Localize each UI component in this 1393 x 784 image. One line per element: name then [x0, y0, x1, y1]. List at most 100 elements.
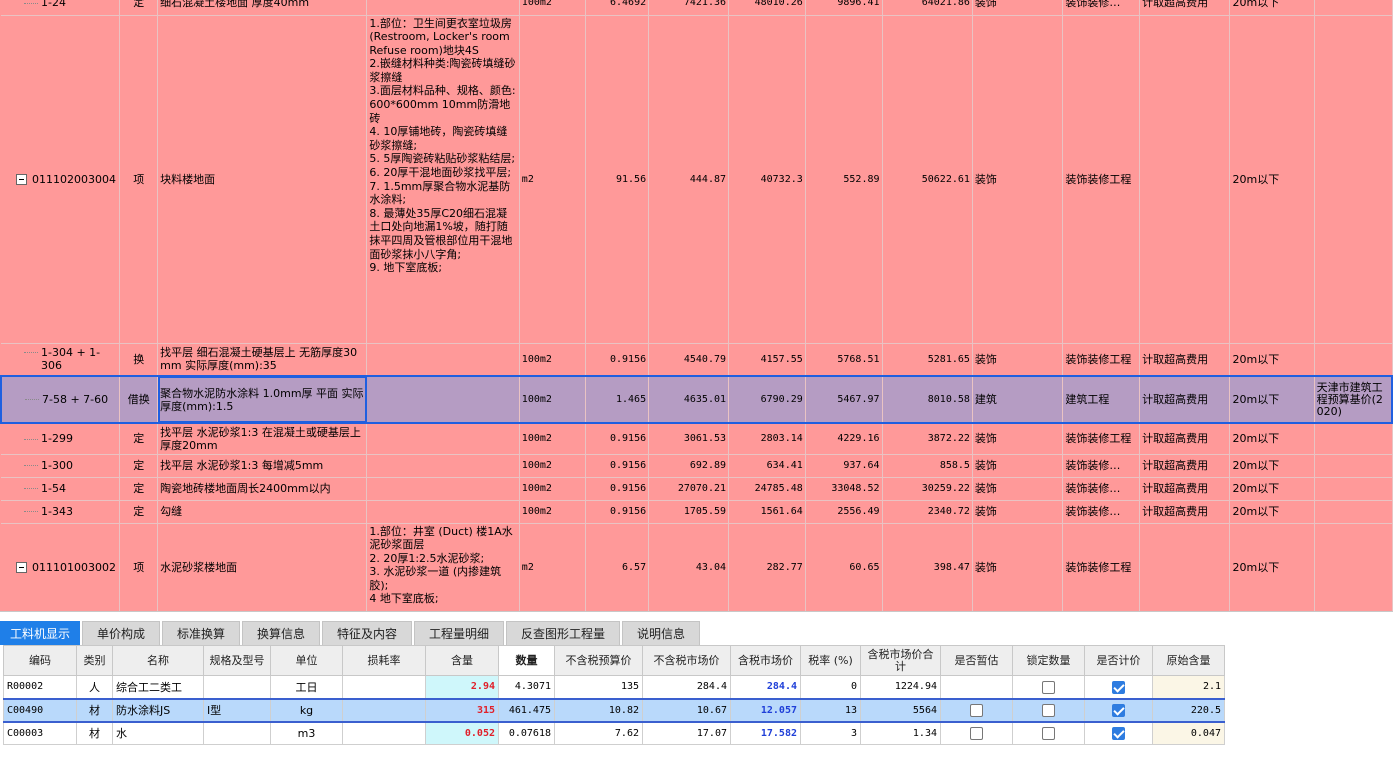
res-quantity[interactable]: 0.07618	[498, 721, 555, 745]
res-content[interactable]: 0.052	[425, 721, 499, 745]
col-original-content[interactable]: 原始含量	[1152, 645, 1225, 676]
tab-graphic-quantity-lookup[interactable]: 反查图形工程量	[506, 621, 620, 645]
row-major: 装饰	[972, 454, 1064, 478]
row-fee: 计取超高费用	[1139, 500, 1231, 524]
res-market-price[interactable]: 10.67	[642, 697, 731, 723]
row-std	[1314, 15, 1393, 344]
col-tax-market-total[interactable]: 含税市场价合计	[860, 645, 941, 676]
row-p3: 937.64	[805, 454, 883, 478]
row-p3: 5768.51	[805, 343, 883, 377]
res-tax-rate[interactable]: 3	[800, 721, 861, 745]
table-row-selected[interactable]: 7-58 + 7-60 借换 聚合物水泥防水涂料 1.0mm厚 平面 实际厚度(…	[0, 375, 1393, 424]
col-is-estimate[interactable]: 是否暂估	[940, 645, 1013, 676]
col-content[interactable]: 含量	[425, 645, 499, 676]
row-p3: 552.89	[805, 15, 883, 344]
col-name[interactable]: 名称	[112, 645, 204, 676]
lock-quantity-checkbox[interactable]	[1042, 680, 1055, 694]
table-row[interactable]: 011101003002 项 水泥砂浆楼地面 1.部位：井室 (Duct) 楼1…	[1, 523, 1393, 611]
res-tax-total: 1.34	[860, 721, 941, 745]
col-quantity[interactable]: 数量	[498, 645, 555, 676]
res-original-content: 0.047	[1152, 721, 1225, 745]
row-height: 20m以下	[1229, 500, 1315, 524]
is-estimate-checkbox[interactable]	[970, 727, 983, 740]
row-p2: 48010.26	[728, 0, 806, 16]
res-unit: 工日	[270, 675, 343, 699]
res-code: C00490	[3, 697, 77, 723]
row-major: 装饰	[972, 423, 1064, 455]
row-p4: 858.5	[882, 454, 973, 478]
col-budget-price[interactable]: 不含税预算价	[554, 645, 643, 676]
tab-conversion-info[interactable]: 换算信息	[242, 621, 320, 645]
col-loss[interactable]: 损耗率	[342, 645, 426, 676]
res-quantity[interactable]: 461.475	[498, 697, 555, 723]
lock-quantity-checkbox[interactable]	[1042, 703, 1055, 717]
tab-unit-price-composition[interactable]: 单价构成	[82, 621, 160, 645]
row-p1: 4540.79	[648, 343, 730, 377]
res-tax-total: 5564	[860, 697, 941, 723]
col-unit[interactable]: 单位	[270, 645, 343, 676]
tab-quantity-details[interactable]: 工程量明细	[414, 621, 504, 645]
collapse-toggle[interactable]	[16, 174, 27, 185]
res-content[interactable]: 2.94	[425, 675, 499, 699]
detail-tab-bar: 工料机显示 单价构成 标准换算 换算信息 特征及内容 工程量明细 反查图形工程量…	[0, 611, 1393, 646]
is-estimate-checkbox[interactable]	[970, 703, 983, 717]
table-row[interactable]: 1-300 定 找平层 水泥砂浆1:3 每增减5mm 100m2 0.9156 …	[1, 454, 1393, 478]
col-code[interactable]: 编码	[3, 645, 77, 676]
row-fee	[1139, 523, 1231, 611]
table-row[interactable]: 1-343 定 勾缝 100m2 0.9156 1705.59 1561.64 …	[1, 500, 1393, 524]
res-spec: I型	[203, 697, 271, 723]
table-row[interactable]: 1-54 定 陶瓷地砖楼地面周长2400mm以内 100m2 0.9156 27…	[1, 477, 1393, 501]
res-market-price[interactable]: 17.07	[642, 721, 731, 745]
col-type[interactable]: 类别	[76, 645, 113, 676]
row-category: 装饰装修工程	[1062, 523, 1141, 611]
row-p4: 3872.22	[882, 423, 973, 455]
row-p4: 8010.58	[882, 375, 973, 424]
res-tax-market-price[interactable]: 284.4	[730, 675, 801, 699]
is-priced-checkbox[interactable]	[1112, 703, 1125, 717]
col-is-priced[interactable]: 是否计价	[1084, 645, 1153, 676]
is-priced-checkbox[interactable]	[1112, 727, 1125, 740]
res-quantity[interactable]: 4.3071	[498, 675, 555, 699]
row-name-editor[interactable]: 聚合物水泥防水涂料 1.0mm厚 平面 实际厚度(mm):1.5	[157, 375, 368, 424]
row-std	[1314, 343, 1393, 377]
tab-labor-material-machine[interactable]: 工料机显示	[0, 621, 80, 645]
res-market-price[interactable]: 284.4	[642, 675, 731, 699]
row-qty: 0.9156	[585, 454, 650, 478]
res-tax-market-price[interactable]: 17.582	[730, 721, 801, 745]
res-tax-rate[interactable]: 13	[800, 697, 861, 723]
row-p1: 1705.59	[648, 500, 730, 524]
row-code: 011101003002	[32, 560, 116, 574]
resource-row[interactable]: C00003 材 水 m3 0.052 0.07618 7.62 17.07 1…	[3, 721, 1225, 745]
tab-notes[interactable]: 说明信息	[622, 621, 700, 645]
row-category: 装饰装修…	[1062, 500, 1141, 524]
resource-row[interactable]: R00002 人 综合工二类工 工日 2.94 4.3071 135 284.4…	[3, 675, 1225, 699]
lock-quantity-checkbox[interactable]	[1042, 727, 1055, 740]
res-tax-market-price[interactable]: 12.057	[730, 697, 801, 723]
row-fee	[1139, 15, 1231, 344]
res-name: 综合工二类工	[112, 675, 204, 699]
table-row[interactable]: 1-299 定 找平层 水泥砂浆1:3 在混凝土或硬基层上厚度20mm 100m…	[1, 423, 1393, 455]
is-priced-checkbox[interactable]	[1112, 680, 1125, 694]
row-type: 定	[119, 454, 159, 478]
row-major: 装饰	[972, 500, 1064, 524]
col-lock-quantity[interactable]: 锁定数量	[1012, 645, 1085, 676]
col-spec[interactable]: 规格及型号	[203, 645, 271, 676]
res-content[interactable]: 315	[425, 697, 499, 723]
res-tax-rate[interactable]: 0	[800, 675, 861, 699]
row-unit: 100m2	[519, 454, 587, 478]
col-market-price[interactable]: 不含税市场价	[642, 645, 731, 676]
tab-features-content[interactable]: 特征及内容	[322, 621, 412, 645]
tab-standard-conversion[interactable]: 标准换算	[162, 621, 240, 645]
collapse-toggle[interactable]	[16, 562, 27, 573]
resource-row-selected[interactable]: C00490 材 防水涂料JS I型 kg 315 461.475 10.82 …	[3, 697, 1225, 723]
row-type: 定	[119, 423, 159, 455]
col-tax-market-price[interactable]: 含税市场价	[730, 645, 801, 676]
row-p4: 5281.65	[882, 343, 973, 377]
row-p4: 30259.22	[882, 477, 973, 501]
row-desc	[366, 375, 520, 424]
col-tax-rate[interactable]: 税率 (%)	[800, 645, 861, 676]
table-row[interactable]: 011102003004 项 块料楼地面 1.部位：卫生间更衣室垃圾房 (Res…	[1, 15, 1393, 344]
table-row[interactable]: 1-24 定 细石混凝土楼地面 厚度40mm 100m2 6.4692 7421…	[1, 0, 1393, 16]
row-code: 011102003004	[32, 172, 116, 186]
table-row[interactable]: 1-304 + 1-306 换 找平层 细石混凝土硬基层上 无筋厚度30mm 实…	[1, 343, 1393, 377]
